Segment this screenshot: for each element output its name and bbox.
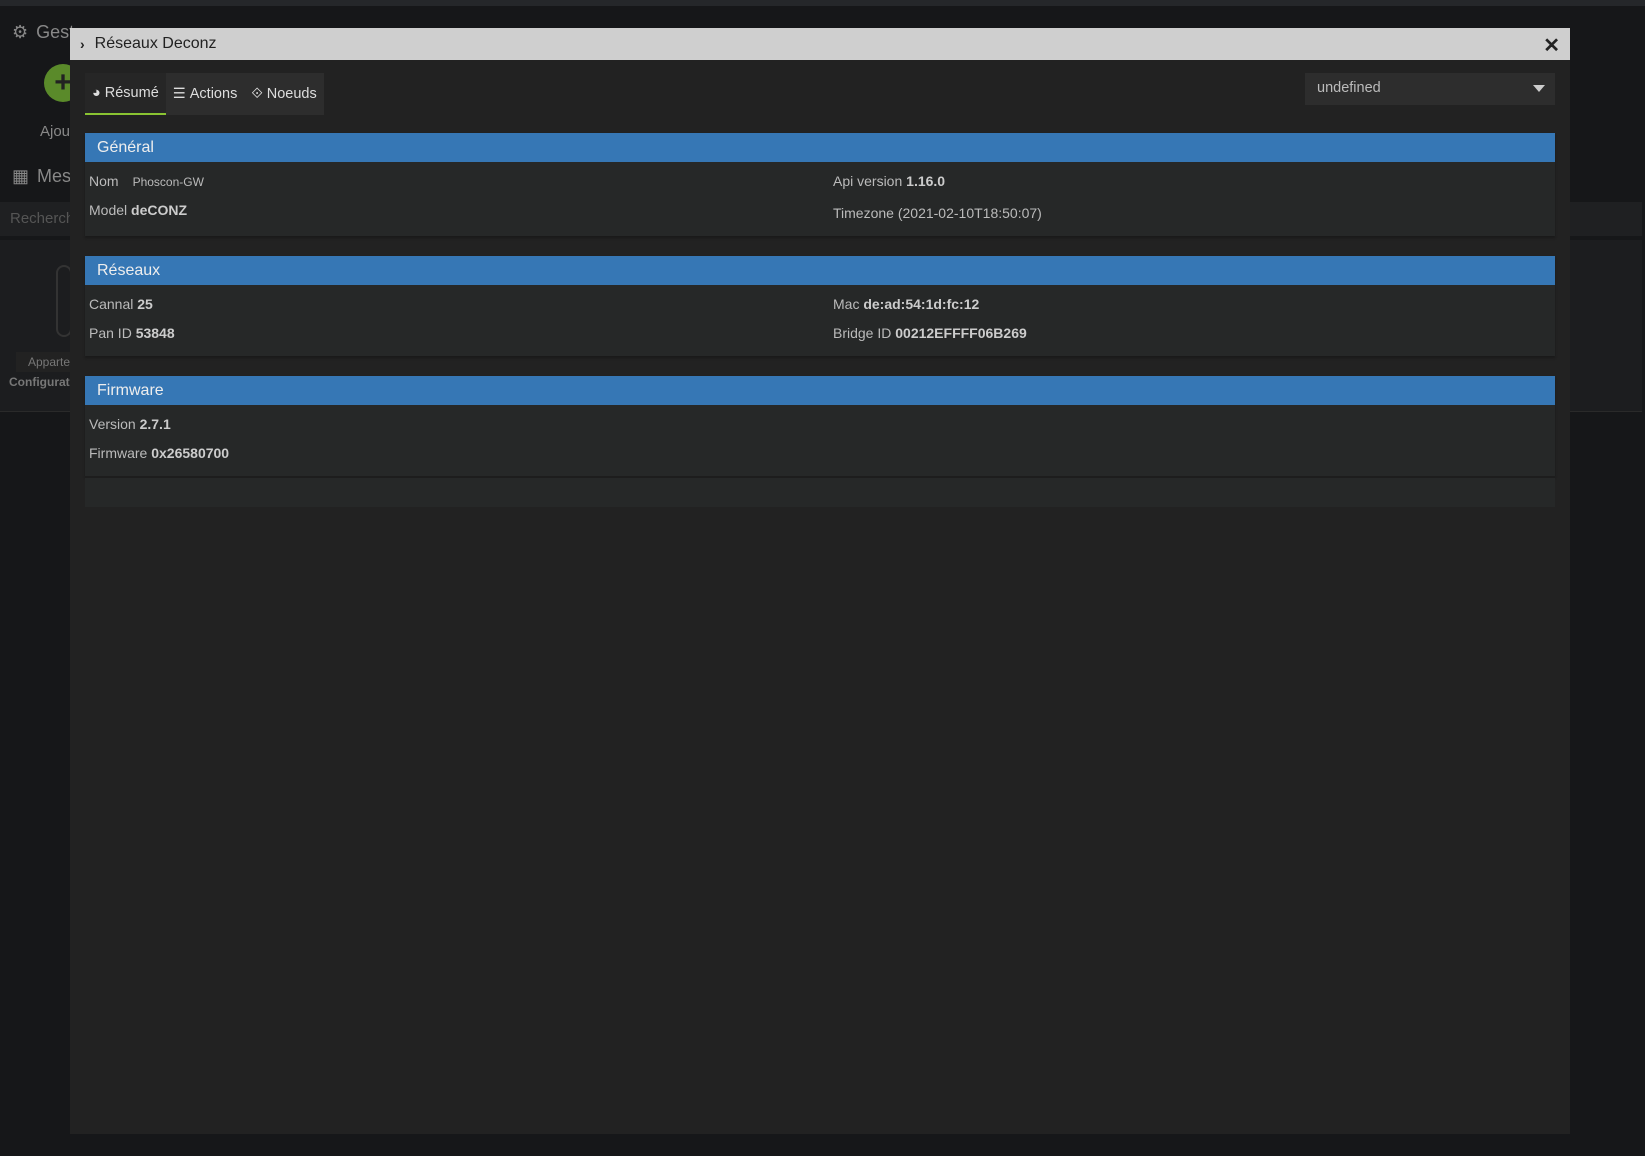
tab-label: Résumé	[104, 85, 159, 101]
field-value: Phoscon-GW	[132, 175, 204, 189]
field-value: 25	[137, 296, 153, 312]
field-label: Version	[89, 416, 136, 432]
content-footer	[85, 476, 1555, 507]
field-timezone: Timezone (2021-02-10T18:50:07)	[833, 205, 1042, 221]
section-title: Général	[85, 133, 1555, 162]
background-section: ▦ Mes	[12, 166, 71, 187]
field-label: Api version	[833, 173, 903, 189]
field-version: Version 2.7.1	[89, 410, 1551, 439]
section-title: Réseaux	[85, 256, 1555, 285]
field-api-version: Api version 1.16.0	[833, 167, 1551, 196]
background-title-text: Gest	[36, 22, 75, 42]
field-value: 00212EFFFF06B269	[895, 325, 1027, 341]
tab-actions[interactable]: ☰ Actions	[165, 73, 245, 115]
field-label: Bridge ID	[833, 325, 892, 341]
field-value: 2.7.1	[139, 416, 171, 432]
field-label: Firmware	[89, 445, 148, 461]
top-bar	[0, 0, 1645, 6]
tab-label: Actions	[189, 86, 238, 102]
field-label: Cannal	[89, 296, 134, 312]
summary-content: Général Nom Phoscon-GW Api version 1.16.0…	[85, 133, 1555, 507]
field-value: de:ad:54:1d:fc:12	[863, 296, 980, 312]
tab-bar: ◕ Résumé ☰ Actions ⟐ Noeuds	[85, 73, 324, 115]
table-icon: ▦	[12, 166, 30, 186]
field-firmware: Firmware 0x26580700	[89, 439, 1551, 468]
field-value: 0x26580700	[151, 445, 230, 461]
cube-icon: ⟐	[251, 86, 263, 102]
field-value: deCONZ	[131, 202, 188, 218]
section-title: Firmware	[85, 376, 1555, 405]
field-bridge-id: Bridge ID 00212EFFFF06B269	[833, 319, 1551, 348]
modal-title: Réseaux Deconz	[94, 35, 217, 52]
gear-icon: ⚙	[12, 22, 29, 42]
field-label: Nom	[89, 173, 119, 189]
close-icon[interactable]: ✕	[1543, 33, 1560, 58]
field-value: 1.16.0	[906, 173, 946, 189]
section-reseaux: Réseaux Cannal 25 Mac de:ad:54:1d:fc:12 …	[85, 256, 1555, 356]
background-title: ⚙ Gest	[12, 22, 74, 43]
section-general: Général Nom Phoscon-GW Api version 1.16.0…	[85, 133, 1555, 236]
device-label[interactable]: Configurati	[9, 375, 73, 389]
field-mac: Mac de:ad:54:1d:fc:12	[833, 290, 1551, 319]
field-model: Model deCONZ	[89, 196, 833, 225]
field-label: Pan ID	[89, 325, 132, 341]
modal-header: › Réseaux Deconz ✕	[70, 28, 1570, 60]
tab-label: Noeuds	[266, 86, 317, 102]
network-select[interactable]: undefined	[1305, 73, 1555, 105]
modal-dialog: › Réseaux Deconz ✕ ◕ Résumé ☰ Actions ⟐ Noe…	[70, 28, 1570, 1134]
caret-down-icon	[1533, 85, 1545, 92]
field-pan-id: Pan ID 53848	[89, 319, 833, 348]
tab-resume[interactable]: ◕ Résumé	[85, 73, 166, 115]
field-label: Mac	[833, 296, 860, 312]
field-value: 53848	[135, 325, 175, 341]
select-value: undefined	[1317, 80, 1381, 96]
field-label: Model	[89, 202, 128, 218]
field-cannal: Cannal 25	[89, 290, 833, 319]
background-section-text: Mes	[37, 166, 72, 186]
add-label: Ajou	[40, 123, 71, 140]
chevron-right-icon: ›	[80, 36, 85, 52]
dashboard-icon: ◕	[92, 85, 101, 101]
section-firmware: Firmware Version 2.7.1 Firmware 0x265807…	[85, 376, 1555, 476]
sliders-icon: ☰	[172, 86, 186, 102]
tab-noeuds[interactable]: ⟐ Noeuds	[244, 73, 324, 115]
field-nom: Nom Phoscon-GW	[89, 167, 833, 196]
